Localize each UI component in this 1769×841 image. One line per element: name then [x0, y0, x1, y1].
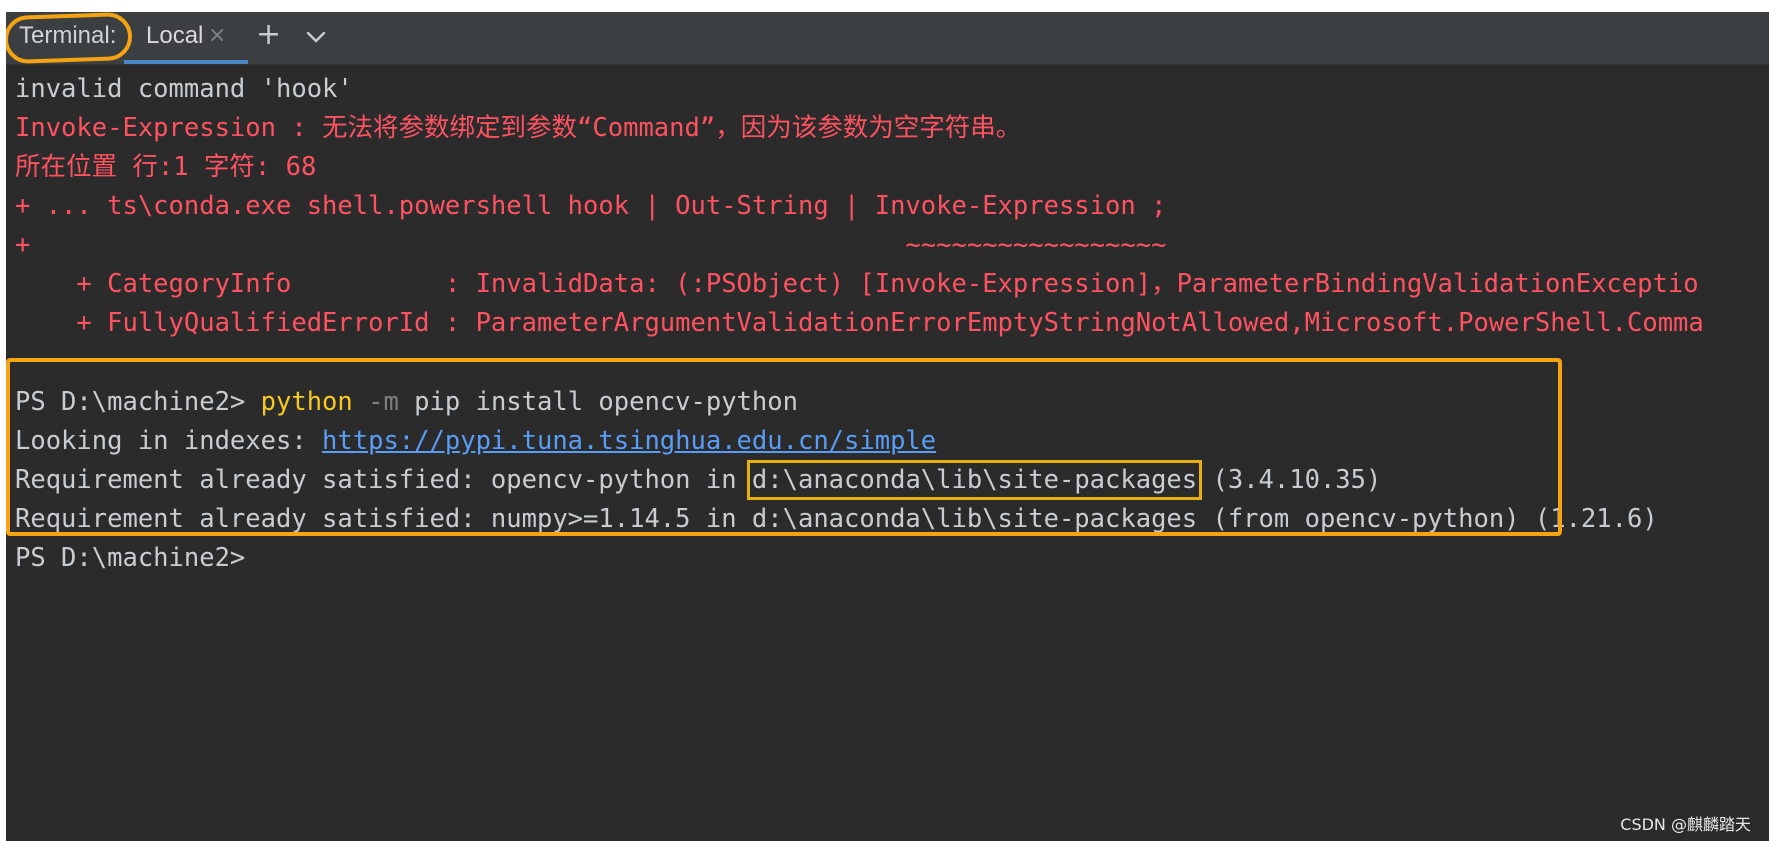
tab-local-label: Local	[146, 22, 204, 49]
plus-icon[interactable]: +	[256, 17, 281, 52]
error-line: + ~~~~~~~~~~~~~~~~~	[15, 230, 1167, 260]
output-line: invalid command 'hook'	[15, 74, 353, 104]
error-line: 所在位置 行:1 字符: 68	[15, 152, 317, 182]
prompt: PS D:\machine2>	[15, 543, 246, 573]
error-line: + CategoryInfo : InvalidData: (:PSObject…	[15, 269, 1699, 299]
annotation-highlight-box	[6, 358, 1562, 536]
error-line: Invoke-Expression : 无法将参数绑定到参数“Command”，…	[15, 113, 1022, 143]
chevron-down-icon[interactable]	[304, 25, 328, 49]
tab-local[interactable]: Local ×	[124, 12, 248, 64]
error-line: + FullyQualifiedErrorId : ParameterArgum…	[15, 308, 1704, 338]
watermark: CSDN @麒麟踏天	[1620, 815, 1751, 834]
terminal-title: Terminal:	[19, 22, 117, 49]
terminal-tab-bar: Terminal: Local × +	[6, 12, 1769, 65]
error-line: + ... ts\conda.exe shell.powershell hook…	[15, 191, 1167, 221]
close-icon[interactable]: ×	[208, 23, 226, 48]
